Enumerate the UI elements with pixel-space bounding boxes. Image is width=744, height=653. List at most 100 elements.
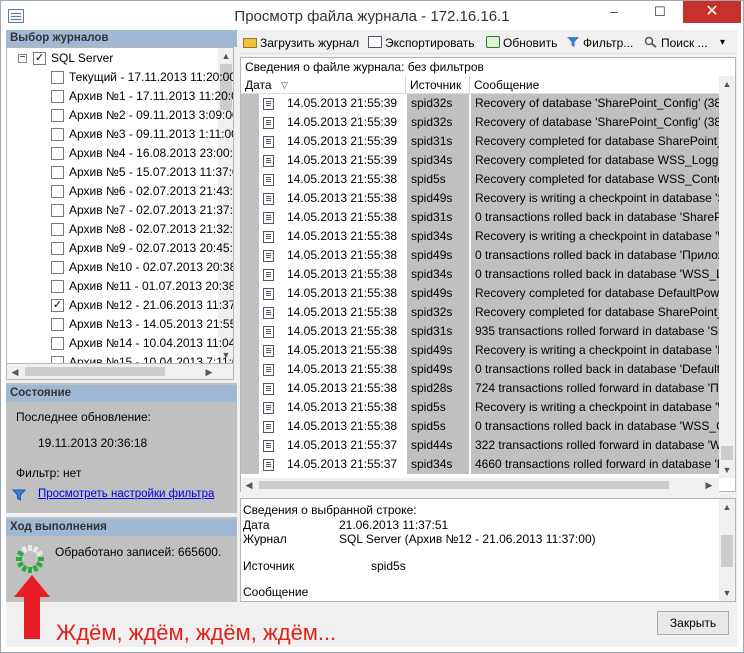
table-row[interactable]: 14.05.2013 21:55:38 spid32s Recovery compl… [241, 303, 719, 322]
row-selector[interactable] [241, 246, 259, 265]
hscroll-thumb[interactable] [25, 367, 165, 376]
table-row[interactable]: 14.05.2013 21:55:38 spid49s Recovery is wr… [241, 189, 719, 208]
tree-hscrollbar[interactable]: ◀ ▶ [6, 364, 234, 380]
table-row[interactable]: 14.05.2013 21:55:39 spid32s Recovery of da… [241, 94, 719, 113]
details-scrollbar[interactable]: ▲ ▼ [719, 499, 735, 601]
table-row[interactable]: 14.05.2013 21:55:38 spid5s 0 transactions … [241, 417, 719, 436]
log-checkbox[interactable]: ✓ [51, 299, 64, 312]
table-row[interactable]: 14.05.2013 21:55:39 spid34s Recovery compl… [241, 151, 719, 170]
row-selector[interactable] [241, 284, 259, 303]
tree-item-archive[interactable]: Архив №9 - 02.07.2013 20:45:00 [7, 239, 233, 258]
table-row[interactable]: 14.05.2013 21:55:38 spid34s 0 transactions… [241, 265, 719, 284]
log-checkbox[interactable] [51, 166, 64, 179]
minimize-button[interactable]: – [591, 1, 637, 23]
row-selector[interactable] [241, 227, 259, 246]
scroll-up-icon[interactable]: ▲ [719, 76, 735, 92]
log-checkbox[interactable] [51, 280, 64, 293]
close-window-button[interactable]: ✕ [683, 1, 741, 23]
row-selector[interactable] [241, 322, 259, 341]
row-selector[interactable] [241, 360, 259, 379]
table-row[interactable]: 14.05.2013 21:55:37 spid34s 4660 transacti… [241, 455, 719, 474]
log-checkbox[interactable] [51, 90, 64, 103]
log-checkbox[interactable] [51, 223, 64, 236]
tree-item-archive[interactable]: Архив №7 - 02.07.2013 21:37:00 [7, 201, 233, 220]
column-message[interactable]: Сообщение [474, 78, 539, 92]
log-checkbox[interactable] [51, 318, 64, 331]
scroll-down-icon[interactable]: ▼ [719, 462, 735, 478]
row-selector[interactable] [241, 379, 259, 398]
tree-root-sql-server[interactable]: − ✓ SQL Server [7, 49, 218, 68]
close-button[interactable]: Закрыть [657, 611, 729, 635]
tree-item-archive[interactable]: Архив №11 - 01.07.2013 20:38:0 [7, 277, 233, 296]
filter-button[interactable]: Фильтр... [566, 34, 633, 52]
table-row[interactable]: 14.05.2013 21:55:38 spid28s 724 transactio… [241, 379, 719, 398]
scroll-up-icon[interactable]: ▲ [719, 499, 735, 515]
tree-item-archive[interactable]: Архив №3 - 09.11.2013 1:11:00 [7, 125, 233, 144]
table-row[interactable]: 14.05.2013 21:55:38 spid49s Recovery compl… [241, 284, 719, 303]
table-row[interactable]: 14.05.2013 21:55:37 spid44s 322 transactio… [241, 436, 719, 455]
toolbar-overflow-icon[interactable]: ▾ [720, 34, 725, 52]
tree-item-archive[interactable]: Архив №13 - 14.05.2013 21:55:0 [7, 315, 233, 334]
table-row[interactable]: 14.05.2013 21:55:38 spid5s Recovery is wri… [241, 398, 719, 417]
scroll-up-icon[interactable]: ▲ [218, 48, 233, 64]
row-selector[interactable] [241, 151, 259, 170]
export-button[interactable]: Экспортировать [368, 34, 475, 52]
table-row[interactable]: 14.05.2013 21:55:38 spid49s Recovery is wr… [241, 341, 719, 360]
row-selector[interactable] [241, 113, 259, 132]
grid-hscrollbar[interactable]: ◀ ▶ [241, 478, 719, 492]
collapse-icon[interactable]: − [18, 53, 27, 63]
log-checkbox[interactable] [51, 337, 64, 350]
view-filter-settings-link[interactable]: Просмотреть настройки фильтра [38, 488, 214, 500]
log-checkbox[interactable] [51, 204, 64, 217]
grid-scrollbar[interactable]: ▲ ▼ [719, 76, 735, 478]
table-row[interactable]: 14.05.2013 21:55:38 spid5s Recovery comple… [241, 170, 719, 189]
refresh-button[interactable]: Обновить [486, 34, 557, 52]
tree-item-archive[interactable]: Текущий - 17.11.2013 11:20:00 [7, 68, 233, 87]
row-selector[interactable] [241, 303, 259, 322]
search-button[interactable]: Поиск ... [644, 34, 708, 52]
load-log-button[interactable]: Загрузить журнал [243, 34, 359, 52]
row-selector[interactable] [241, 265, 259, 284]
log-checkbox[interactable] [51, 71, 64, 84]
log-checkbox[interactable] [51, 128, 64, 141]
row-selector[interactable] [241, 94, 259, 113]
row-selector[interactable] [241, 417, 259, 436]
row-selector[interactable] [241, 170, 259, 189]
tree-item-archive[interactable]: Архив №4 - 16.08.2013 23:00:00 [7, 144, 233, 163]
column-separator[interactable] [405, 76, 406, 94]
scroll-thumb[interactable] [721, 446, 733, 460]
column-source[interactable]: Источник [410, 78, 461, 92]
scroll-right-icon[interactable]: ▶ [201, 364, 217, 380]
tree-item-archive[interactable]: Архив №1 - 17.11.2013 11:20:00 [7, 87, 233, 106]
scroll-left-icon[interactable]: ◀ [241, 477, 257, 493]
tree-item-archive[interactable]: Архив №5 - 15.07.2013 11:37:00 [7, 163, 233, 182]
table-row[interactable]: 14.05.2013 21:55:38 spid31s 0 transactions… [241, 208, 719, 227]
tree-item-archive[interactable]: Архив №2 - 09.11.2013 3:09:00 [7, 106, 233, 125]
tree-item-archive[interactable]: ✓ Архив №12 - 21.06.2013 11:37:0 [7, 296, 233, 315]
column-separator[interactable] [469, 76, 470, 94]
table-row[interactable]: 14.05.2013 21:55:38 spid31s 935 transactio… [241, 322, 719, 341]
tree-item-archive[interactable]: Архив №15 - 10.04.2013 7:11:00 [7, 353, 233, 363]
table-row[interactable]: 14.05.2013 21:55:38 spid34s Recovery is wr… [241, 227, 719, 246]
scroll-down-icon[interactable]: ▼ [719, 585, 735, 601]
scroll-left-icon[interactable]: ◀ [7, 364, 23, 380]
tree-item-archive[interactable]: Архив №14 - 10.04.2013 11:04:0 [7, 334, 233, 353]
row-selector[interactable] [241, 398, 259, 417]
hscroll-thumb[interactable] [259, 481, 669, 489]
log-checkbox[interactable] [51, 261, 64, 274]
scroll-thumb[interactable] [721, 535, 733, 567]
row-selector[interactable] [241, 132, 259, 151]
row-selector[interactable] [241, 341, 259, 360]
tree-item-archive[interactable]: Архив №6 - 02.07.2013 21:43:00 [7, 182, 233, 201]
row-selector[interactable] [241, 455, 259, 474]
tree-item-archive[interactable]: Архив №8 - 02.07.2013 21:32:00 [7, 220, 233, 239]
log-checkbox[interactable] [51, 185, 64, 198]
table-row[interactable]: 14.05.2013 21:55:39 spid32s Recovery of da… [241, 113, 719, 132]
table-row[interactable]: 14.05.2013 21:55:39 spid31s Recovery compl… [241, 132, 719, 151]
log-checkbox[interactable] [51, 356, 64, 363]
row-selector[interactable] [241, 189, 259, 208]
log-checkbox[interactable]: ✓ [33, 52, 46, 65]
column-date[interactable]: Дата [245, 78, 272, 92]
scroll-right-icon[interactable]: ▶ [701, 477, 717, 493]
log-checkbox[interactable] [51, 242, 64, 255]
